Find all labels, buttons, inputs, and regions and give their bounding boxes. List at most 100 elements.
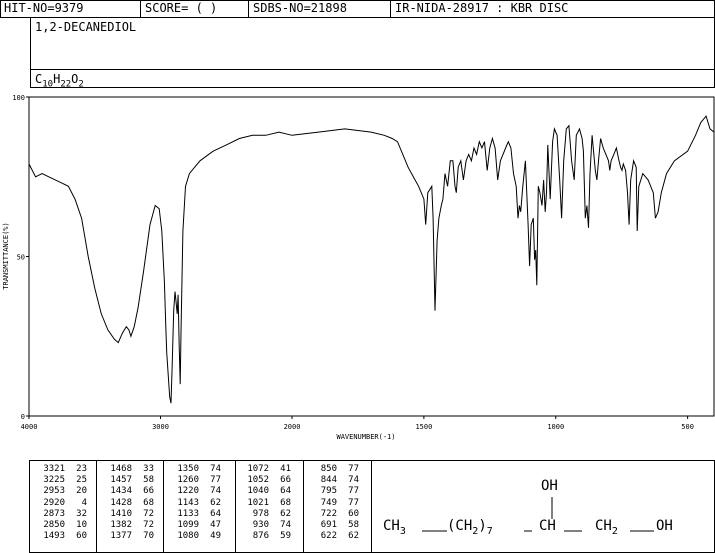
peak-row: 749 77 [309,498,359,509]
ir-info: IR-NIDA-28917 : KBR DISC [395,1,569,15]
peak-transmittance: 74 [280,520,291,531]
peak-row: 1052 66 [241,475,291,486]
peak-wavenumber: 3225 [43,475,65,486]
hit-number: HIT-NO=9379 [0,0,141,17]
peak-row: 1382 72 [104,520,154,531]
peak-transmittance: 77 [348,464,359,474]
peak-transmittance: 58 [348,520,359,531]
peak-row: 622 62 [309,531,359,542]
spectrum-line [28,115,715,404]
peak-transmittance: 68 [143,497,154,508]
peak-wavenumber: 1410 [110,508,132,519]
peak-wavenumber: 2920 [43,497,65,508]
peak-row: 1457 58 [104,475,154,486]
peak-transmittance: 10 [76,520,87,531]
peak-wavenumber: 1143 [177,497,199,508]
peak-row: 1040 64 [241,486,291,497]
peak-row: 1220 74 [171,486,221,497]
peak-transmittance: 62 [348,531,359,542]
peak-transmittance: 62 [280,508,291,519]
peak-transmittance: 70 [143,531,154,542]
peak-transmittance: 58 [143,475,154,486]
peak-wavenumber: 1072 [247,464,269,474]
x-axis-ticks: 4000 3000 2000 1500 1000 500 [21,416,694,431]
peak-wavenumber: 749 [320,497,337,508]
peak-table: 3321 23 3225 25 2953 20 2920 4 2873 32 2850 10 1493 6… [37,464,372,553]
peak-wavenumber: 1350 [177,464,199,474]
peak-transmittance: 25 [76,475,87,486]
peak-wavenumber: 1434 [110,486,132,497]
peak-wavenumber: 1468 [110,464,132,474]
peak-wavenumber: 930 [252,520,269,531]
peak-transmittance: 64 [280,486,291,497]
peak-transmittance: 64 [210,508,221,519]
ch2-close: ) [478,518,487,534]
peak-wavenumber: 2850 [43,520,65,531]
oh-top-label: OH [541,478,558,494]
x-tick-label: 500 [681,423,694,431]
peak-row: 3225 25 [37,475,87,486]
peak-wavenumber: 1021 [247,497,269,508]
sdbs-number: SDBS-NO=21898 [249,0,391,17]
peak-transmittance: 32 [76,508,87,519]
peak-column: 850 77 844 74 795 77 749 77 722 60 691 58 622 62 [309,464,359,542]
peak-wavenumber: 3321 [43,464,65,474]
peak-row: 722 60 [309,509,359,520]
peak-row: 1072 41 [241,464,291,475]
peak-row: 876 59 [241,531,291,542]
peak-wavenumber: 722 [320,508,337,519]
peak-wavenumber: 1457 [110,475,132,486]
peak-column: 1072 41 1052 66 1040 64 1021 68 978 62 930 74 876 59 [241,464,291,542]
peak-row: 691 58 [309,520,359,531]
peak-transmittance: 59 [280,531,291,542]
peak-wavenumber: 876 [252,531,269,542]
oh-top: OH [541,478,558,494]
x-tick-label: 2000 [284,423,301,431]
x-tick-label: 1000 [547,423,564,431]
peak-row: 844 74 [309,475,359,486]
peak-wavenumber: 1493 [43,531,65,542]
structure-bonds [422,497,654,532]
peak-wavenumber: 1040 [247,486,269,497]
x-tick-label: 1500 [415,423,432,431]
peak-row: 2953 20 [37,486,87,497]
peak-transmittance: 68 [280,497,291,508]
peak-row: 2873 32 [37,509,87,520]
peak-transmittance: 60 [76,531,87,542]
peak-transmittance: 47 [210,520,221,531]
peak-transmittance: 77 [348,486,359,497]
y-tick-label: 100 [12,94,25,102]
compound-name: 1,2-DECANEDIOL [35,20,137,34]
score: SCORE= ( ) [141,0,249,17]
peak-row: 978 62 [241,509,291,520]
peak-wavenumber: 2953 [43,486,65,497]
peak-transmittance: 60 [348,508,359,519]
peak-row: 1493 60 [37,531,87,542]
peak-row: 1099 47 [171,520,221,531]
ch2-open: (CH [447,518,473,534]
x-tick-label: 4000 [21,423,38,431]
peak-transmittance: 74 [210,486,221,497]
peak-wavenumber: 978 [252,508,269,519]
peak-wavenumber: 1052 [247,475,269,486]
peak-wavenumber: 622 [320,531,337,542]
peak-transmittance: 23 [76,464,87,474]
peak-row: 930 74 [241,520,291,531]
peak-wavenumber: 1428 [110,497,132,508]
molecular-formula: C10H22O2 [35,72,84,89]
peak-wavenumber: 1377 [110,531,132,542]
peak-row: 1260 77 [171,475,221,486]
peak-column: 3321 23 3225 25 2953 20 2920 4 2873 32 2850 10 1493 6… [37,464,87,542]
formula-divider [30,69,715,70]
peak-wavenumber: 844 [320,475,337,486]
peak-wavenumber: 1080 [177,531,199,542]
y-axis-label: TRANSMITTANCE(%) [2,222,10,289]
peak-row: 1434 66 [104,486,154,497]
peak-transmittance: 20 [76,486,87,497]
peak-transmittance: 74 [210,464,221,474]
peak-wavenumber: 850 [320,464,337,474]
plot-frame [28,96,715,417]
peak-wavenumber: 1099 [177,520,199,531]
peak-transmittance: 77 [348,497,359,508]
peak-transmittance: 62 [210,497,221,508]
